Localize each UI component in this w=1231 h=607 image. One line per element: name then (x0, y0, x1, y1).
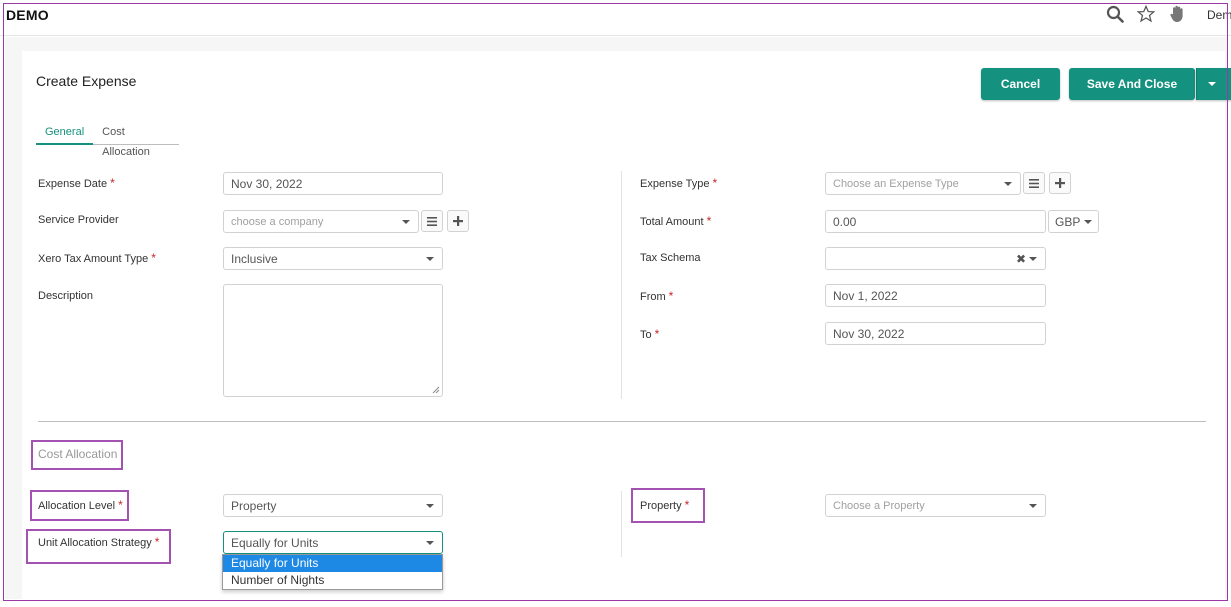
tax-schema-select[interactable]: ✖ (825, 247, 1046, 270)
list-icon (1029, 178, 1039, 188)
dropdown-option-number-of-nights[interactable]: Number of Nights (223, 572, 442, 589)
allocation-level-label: Allocation Level * (38, 498, 123, 512)
expense-type-label: Expense Type * (640, 176, 718, 190)
to-date-input[interactable]: Nov 30, 2022 (825, 322, 1046, 345)
property-select[interactable]: Choose a Property (825, 494, 1046, 517)
top-icons (1104, 4, 1197, 24)
brand-logo: DEMO (6, 7, 49, 23)
unit-allocation-strategy-label: Unit Allocation Strategy * (38, 535, 160, 549)
page-background: Create Expense Cancel Save And Close Gen… (5, 37, 1231, 599)
tab-bar: General Cost Allocation (36, 122, 179, 158)
chevron-down-icon (402, 220, 410, 224)
list-button[interactable] (1023, 172, 1045, 194)
chevron-down-icon (1029, 257, 1037, 261)
tab-general[interactable]: General (36, 122, 94, 145)
list-button[interactable] (421, 210, 443, 232)
save-and-close-button[interactable]: Save And Close (1069, 68, 1195, 100)
chevron-down-icon (1084, 219, 1093, 224)
plus-icon (453, 216, 463, 226)
xero-tax-select[interactable]: Inclusive (223, 247, 443, 270)
column-divider (621, 491, 622, 557)
chevron-down-icon (426, 504, 434, 508)
plus-icon (1055, 178, 1065, 188)
unit-strategy-dropdown: Equally for Units Number of Nights (222, 554, 443, 590)
hand-icon[interactable] (1166, 4, 1188, 24)
column-divider (621, 171, 622, 399)
allocation-level-select[interactable]: Property (223, 494, 443, 517)
chevron-down-icon (1029, 504, 1037, 508)
description-textarea[interactable] (223, 284, 443, 397)
cancel-button[interactable]: Cancel (981, 68, 1060, 100)
xero-tax-label: Xero Tax Amount Type * (38, 251, 156, 265)
expense-date-input[interactable]: Nov 30, 2022 (223, 172, 443, 195)
tax-schema-label: Tax Schema (640, 252, 701, 264)
unit-allocation-strategy-select[interactable]: Equally for Units (223, 531, 443, 554)
chevron-down-icon (1207, 82, 1216, 86)
service-provider-label: Service Provider (38, 214, 119, 226)
cost-allocation-section-title: Cost Allocation (38, 447, 118, 461)
from-date-input[interactable]: Nov 1, 2022 (825, 284, 1046, 307)
description-label: Description (38, 290, 94, 302)
expense-date-label: Expense Date * (38, 176, 115, 190)
property-label: Property * (640, 498, 690, 512)
chevron-down-icon (1004, 182, 1012, 186)
add-expense-type-button[interactable] (1049, 172, 1071, 194)
chevron-down-icon (426, 541, 434, 545)
to-label: To * (640, 327, 660, 341)
resize-handle-icon (432, 386, 440, 394)
tab-cost-allocation[interactable]: Cost Allocation (93, 122, 179, 158)
from-label: From * (640, 289, 674, 303)
clear-icon[interactable]: ✖ (1016, 252, 1026, 266)
total-amount-label: Total Amount * (640, 214, 712, 228)
chevron-down-icon (426, 257, 434, 261)
more-actions-button[interactable] (1196, 68, 1231, 100)
search-icon[interactable] (1104, 4, 1126, 24)
star-icon[interactable] (1135, 4, 1157, 24)
total-amount-input[interactable]: 0.00 (825, 210, 1046, 233)
page-title: Create Expense (36, 73, 137, 89)
form-card: Create Expense Cancel Save And Close Gen… (22, 51, 1231, 599)
add-company-button[interactable] (447, 210, 469, 232)
currency-select[interactable]: GBP (1048, 210, 1099, 233)
expense-type-select[interactable]: Choose an Expense Type (825, 172, 1021, 195)
section-divider (38, 421, 1206, 422)
dropdown-option-equally-for-units[interactable]: Equally for Units (223, 555, 442, 572)
list-icon (427, 216, 437, 226)
top-bar: DEMO Demo (0, 0, 1231, 36)
service-provider-select[interactable]: choose a company (223, 210, 419, 233)
user-menu[interactable]: Demo (1207, 8, 1231, 22)
